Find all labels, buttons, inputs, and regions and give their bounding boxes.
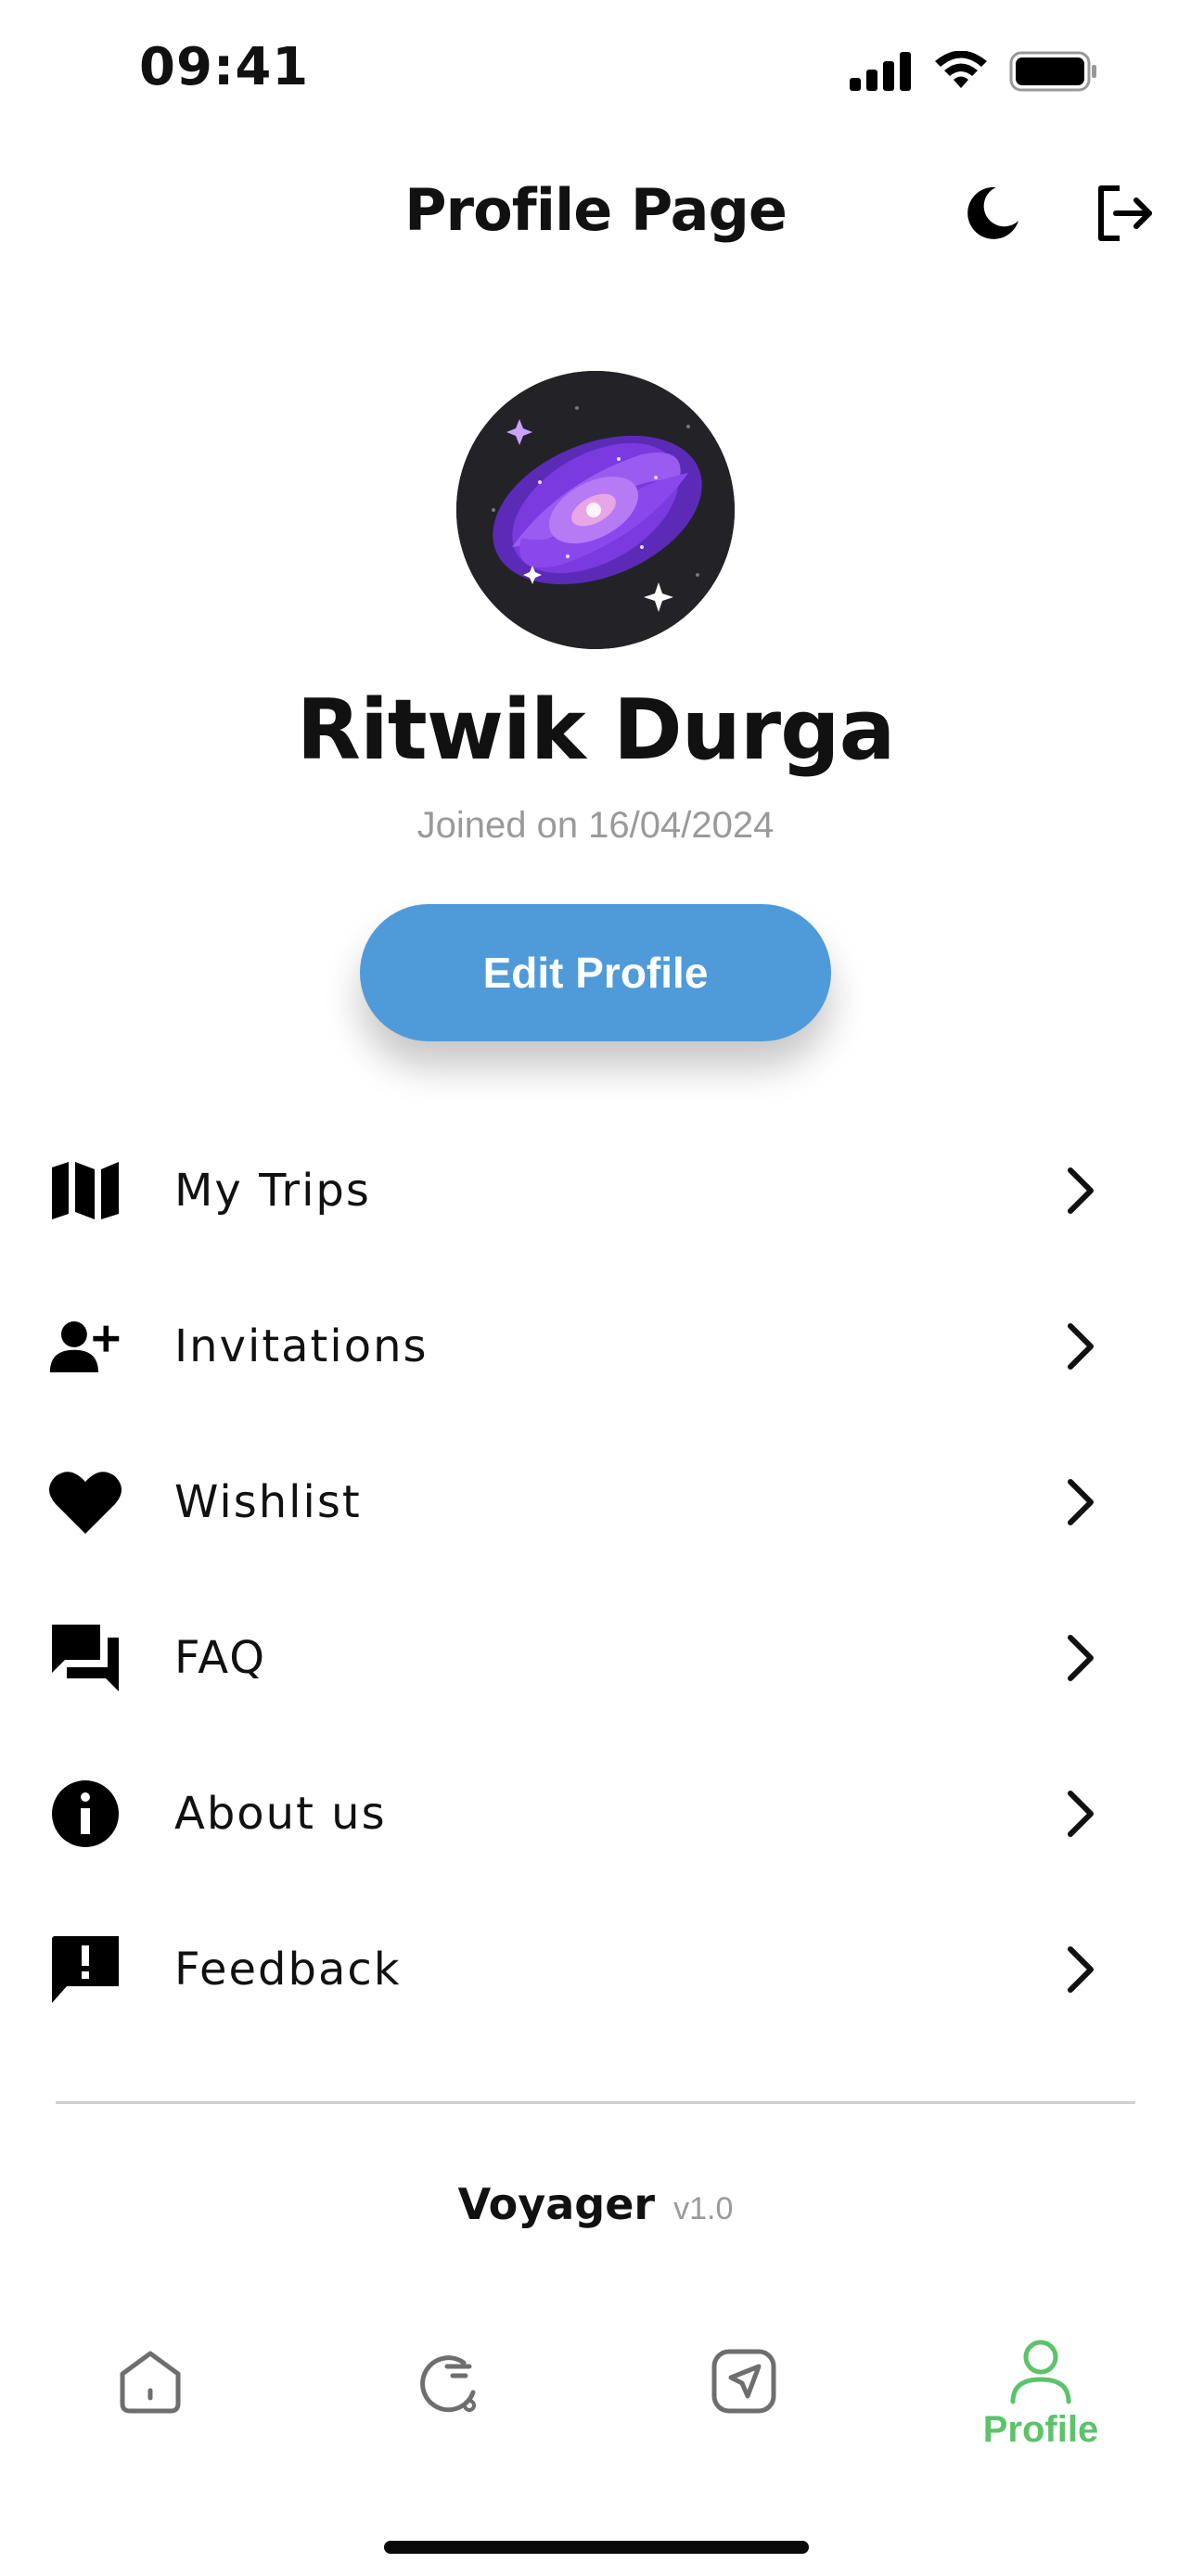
menu-item-wishlist[interactable]: Wishlist — [0, 1424, 1191, 1580]
status-bar: 09:41 — [0, 0, 1191, 139]
info-icon — [52, 1780, 119, 1847]
header: Profile Page — [0, 139, 1191, 278]
menu-item-invitations[interactable]: Invitations — [0, 1269, 1191, 1424]
chevron-right-icon — [1068, 1323, 1094, 1370]
status-icons — [850, 48, 1098, 95]
menu-label: Invitations — [174, 1320, 429, 1372]
galaxy-avatar-image — [456, 371, 735, 649]
profile-icon — [1010, 2340, 1071, 2404]
menu-item-my-trips[interactable]: My Trips — [0, 1113, 1191, 1269]
person-add-icon — [49, 1321, 120, 1372]
user-name: Ritwik Durga — [296, 682, 896, 779]
app-name: Voyager — [457, 2179, 656, 2229]
home-indicator — [384, 2541, 809, 2554]
edit-profile-button[interactable]: Edit Profile — [360, 904, 831, 1041]
battery-icon — [1009, 51, 1096, 92]
heart-icon — [49, 1472, 122, 1534]
map-icon — [52, 1162, 119, 1219]
menu-label: Feedback — [174, 1944, 402, 1996]
home-icon — [120, 2351, 181, 2414]
menu-label: FAQ — [174, 1632, 266, 1684]
menu-item-about-us[interactable]: About us — [0, 1736, 1191, 1892]
theme-toggle-button[interactable] — [955, 176, 1030, 250]
tab-profile-label: Profile — [982, 2409, 1099, 2450]
tab-bar: Profile — [0, 2309, 1191, 2494]
forum-icon — [52, 1625, 119, 1691]
explore-icon — [420, 2355, 476, 2413]
chevron-right-icon — [1068, 1167, 1094, 1214]
menu-item-feedback[interactable]: Feedback — [0, 1892, 1191, 2047]
wifi-icon — [935, 51, 987, 88]
navigation-icon — [711, 2349, 776, 2414]
moon-icon — [967, 186, 1018, 239]
chevron-right-icon — [1068, 1635, 1094, 1681]
tab-profile[interactable]: Profile — [948, 2309, 1133, 2476]
chevron-right-icon — [1068, 1946, 1094, 1993]
chevron-right-icon — [1068, 1791, 1094, 1837]
menu-label: About us — [174, 1788, 387, 1840]
logout-button[interactable] — [1087, 176, 1161, 250]
menu-label: Wishlist — [174, 1476, 362, 1528]
app-footer: Voyager v1.0 — [0, 2179, 1191, 2229]
tab-navigation[interactable] — [651, 2309, 837, 2476]
tab-home[interactable] — [58, 2309, 243, 2476]
menu-item-faq[interactable]: FAQ — [0, 1580, 1191, 1736]
avatar — [456, 371, 735, 649]
menu-label: My Trips — [174, 1165, 371, 1217]
tab-explore[interactable] — [354, 2309, 540, 2476]
logout-icon — [1098, 185, 1152, 241]
cellular-signal-icon — [850, 52, 911, 91]
joined-date: Joined on 16/04/2024 — [416, 805, 775, 846]
chevron-right-icon — [1068, 1479, 1094, 1525]
profile-menu: My Trips Invitations Wishlist FAQ About … — [0, 1113, 1191, 2047]
divider — [56, 2101, 1135, 2104]
feedback-icon — [52, 1936, 119, 2003]
app-version: v1.0 — [673, 2191, 734, 2226]
status-time: 09:41 — [139, 37, 310, 97]
